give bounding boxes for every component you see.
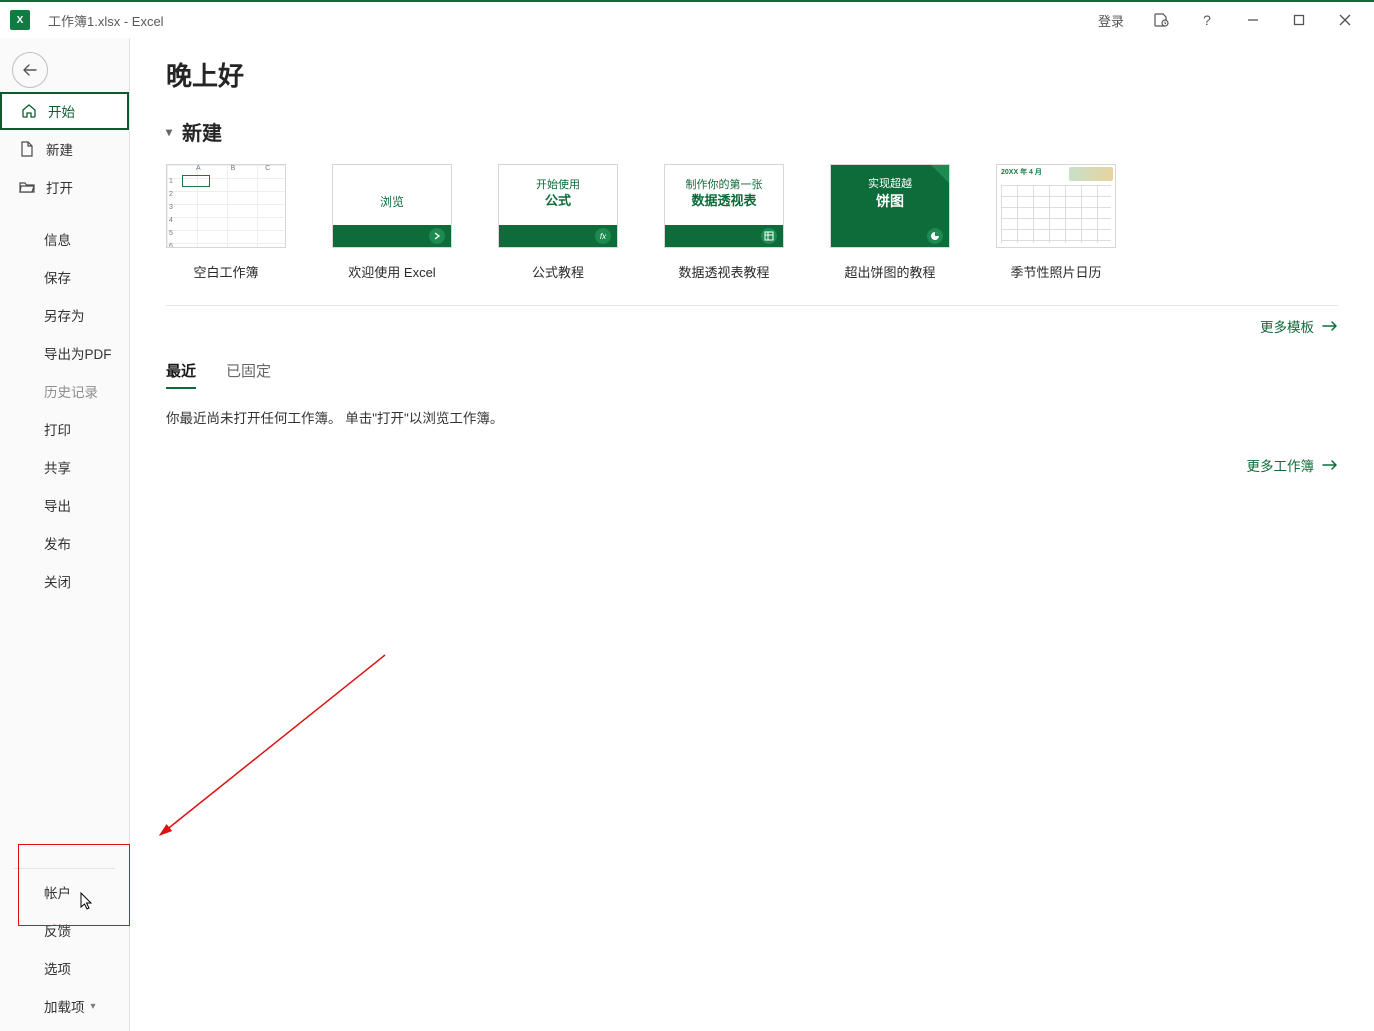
sidebar-item-close[interactable]: 关闭 [0, 562, 129, 600]
template-label: 欢迎使用 Excel [312, 262, 472, 281]
template-label: 季节性照片日历 [976, 262, 1136, 281]
back-button[interactable] [12, 52, 48, 88]
tab-pinned[interactable]: 已固定 [226, 360, 271, 389]
sidebar-item-saveas[interactable]: 另存为 [0, 296, 129, 334]
more-workbooks-link[interactable]: 更多工作簿 [166, 455, 1338, 475]
template-pie[interactable]: 实现超越饼图 超出饼图的教程 [830, 164, 950, 281]
arrow-right-icon [429, 228, 445, 244]
sidebar-item-feedback[interactable]: 反馈 [0, 911, 129, 949]
minimize-button[interactable] [1230, 5, 1276, 35]
template-thumb: 制作你的第一张数据透视表 [664, 164, 784, 248]
chevron-down-icon: ▾ [166, 125, 172, 139]
templates-row: ABC 123456 空白工作簿 浏览 欢迎使用 Excel 开始使用公式 [166, 164, 1338, 281]
sidebar-item-print[interactable]: 打印 [0, 410, 129, 448]
excel-app-icon: X [10, 10, 30, 30]
sidebar-label: 加载项 [44, 996, 85, 1016]
tab-recent[interactable]: 最近 [166, 360, 196, 389]
sidebar-item-account[interactable]: 帐户 [0, 873, 129, 911]
template-formulas[interactable]: 开始使用公式 fx 公式教程 [498, 164, 618, 281]
template-welcome[interactable]: 浏览 欢迎使用 Excel [332, 164, 452, 281]
sidebar-label: 开始 [48, 101, 75, 121]
backstage-main: 晚上好 ▾ 新建 ABC 123456 空白工作簿 浏览 [130, 38, 1374, 1031]
maximize-button[interactable] [1276, 5, 1322, 35]
sidebar-item-open[interactable]: 打开 [0, 168, 129, 206]
arrow-right-icon [1322, 459, 1338, 471]
template-thumb: 开始使用公式 fx [498, 164, 618, 248]
sidebar-item-home[interactable]: 开始 [0, 92, 129, 130]
recent-tabs: 最近 已固定 [166, 360, 1338, 389]
link-label: 更多模板 [1260, 316, 1314, 336]
window-title: 工作簿1.xlsx - Excel [48, 11, 164, 30]
fx-icon: fx [595, 228, 611, 244]
sidebar-item-share[interactable]: 共享 [0, 448, 129, 486]
home-icon [20, 103, 38, 119]
sidebar-item-options[interactable]: 选项 [0, 949, 129, 987]
template-calendar[interactable]: 20XX 年 4 月 季节性照片日历 [996, 164, 1116, 281]
section-title: 新建 [182, 117, 222, 146]
sidebar-item-publish[interactable]: 发布 [0, 524, 129, 562]
pivot-icon [761, 228, 777, 244]
sidebar-label: 打开 [46, 177, 73, 197]
new-section-header[interactable]: ▾ 新建 [166, 117, 1338, 146]
template-thumb: 实现超越饼图 [830, 164, 950, 248]
template-label: 空白工作簿 [146, 262, 306, 281]
open-folder-icon [18, 180, 36, 194]
template-label: 公式教程 [478, 262, 638, 281]
coming-soon-icon[interactable] [1138, 5, 1184, 35]
template-thumb: 20XX 年 4 月 [996, 164, 1116, 248]
title-bar: X 工作簿1.xlsx - Excel 登录 ? [0, 0, 1374, 38]
sidebar-item-addins[interactable]: 加载项 ▾ [0, 987, 129, 1025]
new-file-icon [18, 141, 36, 157]
sign-in-button[interactable]: 登录 [1084, 5, 1138, 35]
sidebar-item-exportpdf[interactable]: 导出为PDF [0, 334, 129, 372]
help-button[interactable]: ? [1184, 5, 1230, 35]
link-label: 更多工作簿 [1247, 455, 1315, 475]
template-blank[interactable]: ABC 123456 空白工作簿 [166, 164, 286, 281]
more-templates-link[interactable]: 更多模板 [166, 316, 1338, 336]
close-button[interactable] [1322, 5, 1368, 35]
template-label: 超出饼图的教程 [810, 262, 970, 281]
template-thumb: ABC 123456 [166, 164, 286, 248]
sidebar-item-export[interactable]: 导出 [0, 486, 129, 524]
greeting-heading: 晚上好 [166, 56, 1338, 93]
sidebar-item-history: 历史记录 [0, 372, 129, 410]
sidebar-label: 新建 [46, 139, 73, 159]
backstage-sidebar: 开始 新建 打开 信息 保存 另存为 导出为PDF 历史记录 打印 共享 导出 … [0, 38, 130, 1031]
template-thumb: 浏览 [332, 164, 452, 248]
sidebar-item-save[interactable]: 保存 [0, 258, 129, 296]
chevron-down-icon: ▾ [91, 1001, 96, 1012]
empty-recent-hint: 你最近尚未打开任何工作簿。 单击"打开"以浏览工作簿。 [166, 407, 1338, 427]
template-pivot[interactable]: 制作你的第一张数据透视表 数据透视表教程 [664, 164, 784, 281]
sidebar-item-new[interactable]: 新建 [0, 130, 129, 168]
arrow-right-icon [1322, 320, 1338, 332]
pie-icon [927, 228, 943, 244]
template-label: 数据透视表教程 [644, 262, 804, 281]
sidebar-item-info[interactable]: 信息 [0, 220, 129, 258]
